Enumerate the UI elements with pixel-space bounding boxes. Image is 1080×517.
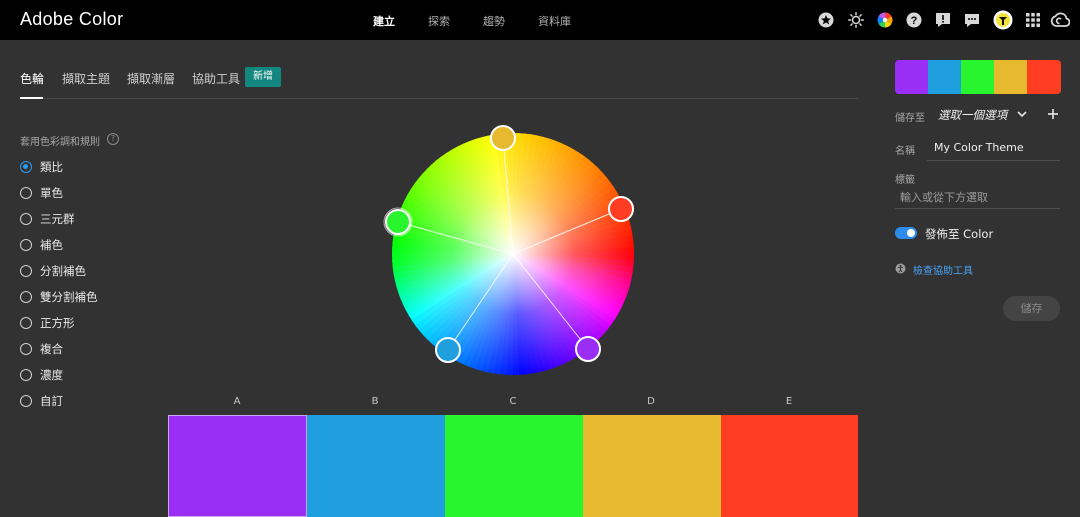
tags-underline bbox=[895, 208, 1060, 209]
swatch-e[interactable] bbox=[721, 415, 858, 517]
save-to-label: 儲存至 bbox=[895, 113, 925, 124]
theme-preview-a bbox=[895, 60, 928, 94]
handle-b[interactable] bbox=[435, 337, 461, 363]
library-select[interactable]: 選取一個選項 bbox=[938, 107, 1007, 123]
tags-input[interactable]: 輸入或從下方選取 bbox=[900, 189, 988, 205]
handle-e[interactable] bbox=[608, 196, 634, 222]
save-button[interactable]: 儲存 bbox=[1003, 296, 1060, 321]
theme-preview-c bbox=[961, 60, 994, 94]
swatch-letter-e: E bbox=[785, 396, 793, 407]
accessibility-icon bbox=[895, 263, 906, 274]
theme-preview-d bbox=[994, 60, 1027, 94]
swatch-d[interactable] bbox=[583, 415, 721, 517]
name-label: 名稱 bbox=[895, 146, 915, 157]
theme-name-input[interactable]: My Color Theme bbox=[934, 141, 1024, 154]
swatch-letter-a: A bbox=[233, 396, 241, 407]
swatch-letter-c: C bbox=[509, 396, 517, 407]
check-accessibility-link[interactable]: 檢查協助工具 bbox=[913, 262, 973, 277]
handle-c-base[interactable] bbox=[385, 209, 411, 235]
publish-toggle[interactable] bbox=[895, 227, 917, 239]
tags-label: 標籤 bbox=[895, 175, 915, 186]
handle-d[interactable] bbox=[490, 125, 516, 151]
chevron-down-icon[interactable] bbox=[1017, 110, 1027, 118]
theme-preview-e bbox=[1027, 60, 1061, 94]
swatch-b[interactable] bbox=[307, 415, 445, 517]
swatch-letter-d: D bbox=[647, 396, 655, 407]
publish-label: 發佈至 Color bbox=[925, 227, 994, 241]
swatch-c[interactable] bbox=[445, 415, 583, 517]
handle-a[interactable] bbox=[575, 336, 601, 362]
swatch-a[interactable] bbox=[168, 415, 307, 517]
name-underline bbox=[927, 160, 1060, 161]
swatch-letter-b: B bbox=[371, 396, 379, 407]
theme-preview-b bbox=[928, 60, 961, 94]
add-library-icon[interactable] bbox=[1047, 108, 1059, 120]
